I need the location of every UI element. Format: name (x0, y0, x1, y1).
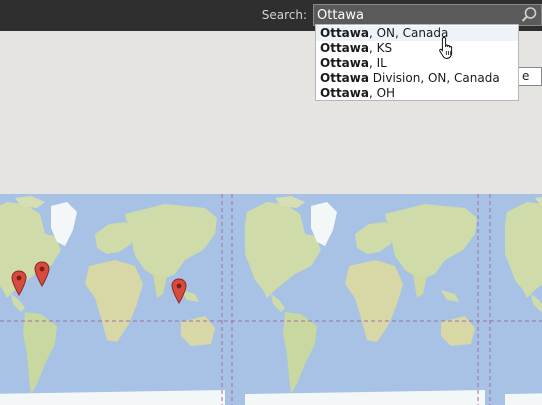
suggestion-item[interactable]: Ottawa, KS (316, 41, 518, 56)
search-input[interactable] (317, 7, 517, 23)
suggestion-match: Ottawa (320, 41, 369, 55)
suggestion-match: Ottawa (320, 86, 369, 100)
world-map-graphic (0, 194, 542, 405)
search-icon[interactable] (519, 6, 539, 24)
suggestion-item[interactable]: Ottawa, OH (316, 86, 518, 101)
hand-pointer-icon (439, 36, 453, 59)
suggestion-rest: Division, ON, Canada (368, 71, 500, 85)
map-pin-icon[interactable] (171, 278, 187, 304)
side-button[interactable]: e (517, 67, 542, 86)
suggestion-match: Ottawa (320, 56, 369, 70)
suggestion-item[interactable]: Ottawa Division, ON, Canada (316, 71, 518, 86)
suggestion-rest: , KS (368, 41, 393, 55)
suggestion-item[interactable]: Ottawa, IL (316, 56, 518, 71)
suggestion-rest: , ON, Canada (368, 26, 449, 40)
suggestion-rest: , OH (368, 86, 396, 100)
search-label: Search: (261, 8, 307, 22)
map-pin-icon[interactable] (34, 261, 50, 287)
suggestion-match: Ottawa (320, 26, 369, 40)
suggestion-item[interactable]: Ottawa, ON, Canada (316, 26, 518, 41)
search-box[interactable] (313, 4, 542, 26)
world-map[interactable] (0, 194, 542, 405)
autocomplete-dropdown: Ottawa, ON, Canada Ottawa, KS Ottawa, IL… (315, 24, 519, 101)
map-pin-icon[interactable] (11, 270, 27, 296)
suggestion-rest: , IL (368, 56, 387, 70)
suggestion-match: Ottawa (320, 71, 369, 85)
